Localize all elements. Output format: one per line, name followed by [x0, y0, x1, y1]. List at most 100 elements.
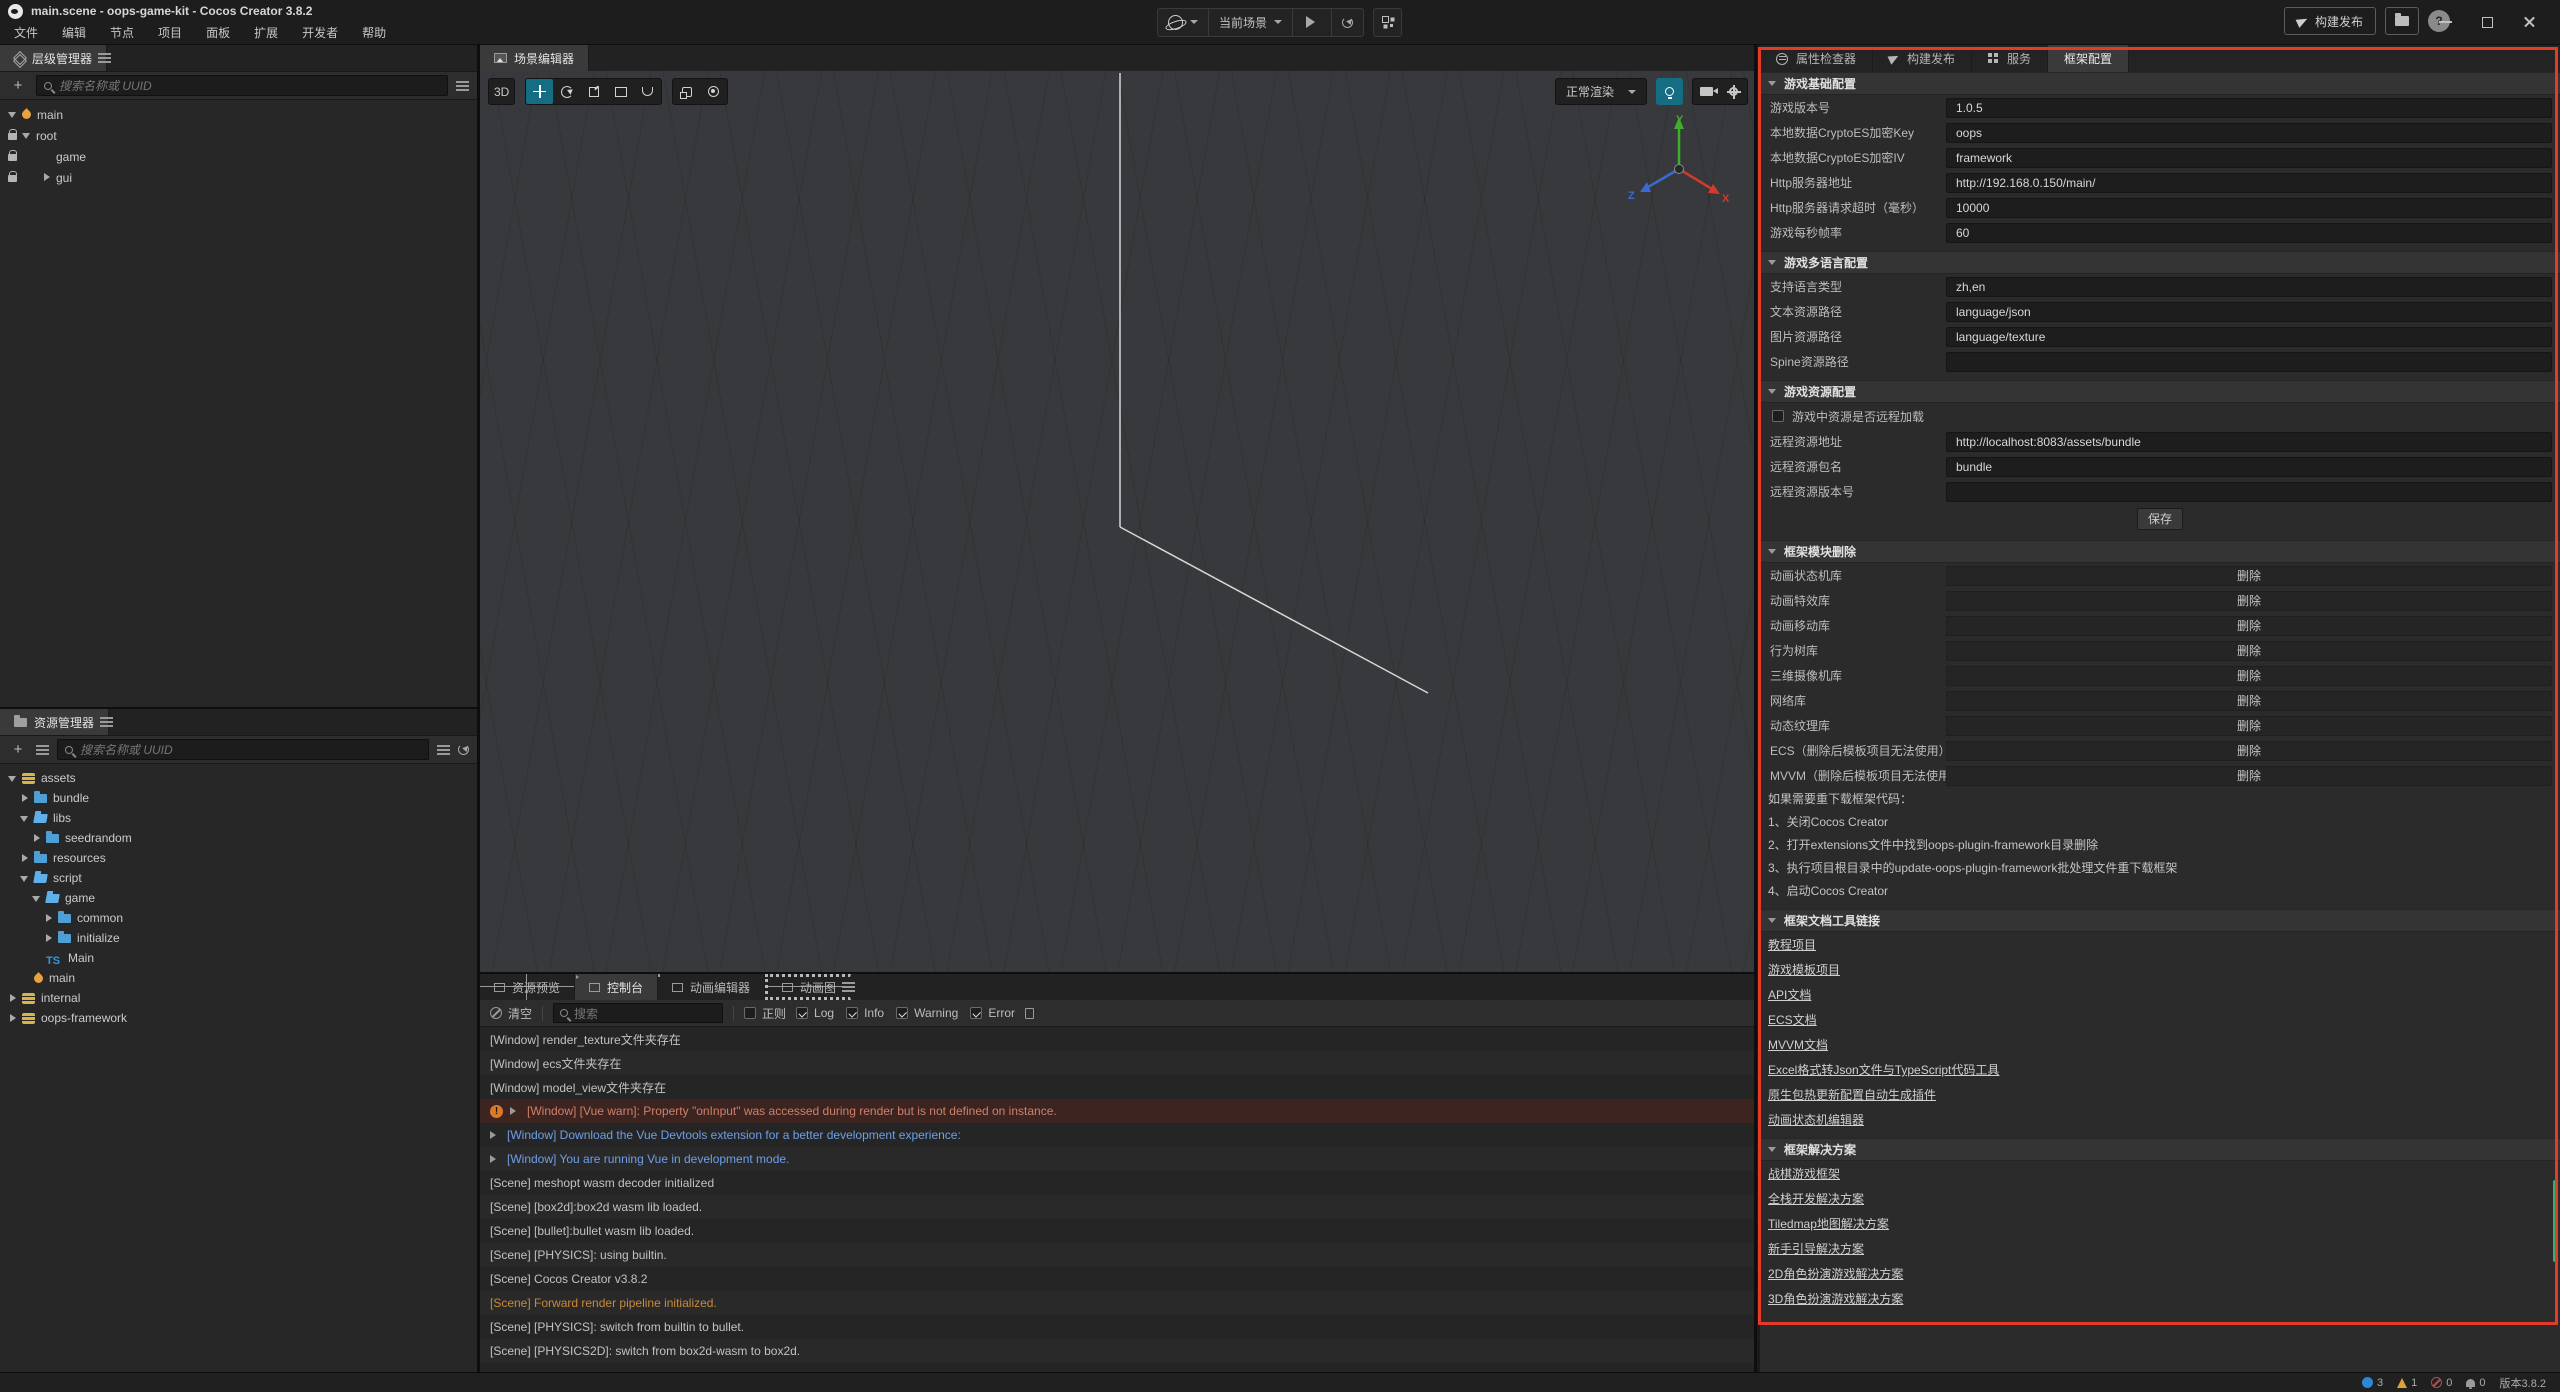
- hierarchy-search-input[interactable]: 搜索名称或 UUID: [36, 75, 448, 96]
- delete-module-button[interactable]: 删除: [1946, 741, 2552, 761]
- log-row[interactable]: ! [Scene] Forward render pipeline initia…: [480, 1291, 1754, 1315]
- play-button[interactable]: [1293, 9, 1332, 36]
- expand-arrow-icon[interactable]: [490, 1131, 500, 1139]
- expand-arrow-icon[interactable]: [510, 1107, 520, 1115]
- asset-row[interactable]: game: [0, 888, 477, 908]
- tab-scene-editor[interactable]: 场景编辑器: [480, 45, 589, 71]
- log-row[interactable]: ! [Scene] [bullet]:bullet wasm lib loade…: [480, 1219, 1754, 1243]
- collapse-duplicates-icon[interactable]: [1025, 1008, 1034, 1019]
- doc-link[interactable]: ECS文档: [1768, 1011, 1817, 1028]
- expand-arrow-icon[interactable]: [8, 110, 17, 119]
- expand-arrow-icon[interactable]: [20, 874, 29, 883]
- gizmo-settings-button[interactable]: [700, 79, 727, 104]
- tab-hierarchy[interactable]: 层级管理器: [0, 45, 107, 71]
- log-row[interactable]: ! [Window] model_view文件夹存在: [480, 1075, 1754, 1099]
- solution-link[interactable]: 3D角色扮演游戏解决方案: [1768, 1290, 1903, 1307]
- hierarchy-node-row[interactable]: game: [0, 146, 477, 167]
- section-header[interactable]: 游戏资源配置: [1760, 380, 2560, 403]
- delete-module-button[interactable]: 删除: [1946, 716, 2552, 736]
- asset-row[interactable]: resources: [0, 848, 477, 868]
- dimension-toggle-button[interactable]: 3D: [488, 78, 515, 105]
- expand-arrow-icon[interactable]: [20, 854, 29, 863]
- delete-module-button[interactable]: 删除: [1946, 641, 2552, 661]
- section-header[interactable]: 游戏多语言配置: [1760, 251, 2560, 274]
- scene-select[interactable]: 当前场景: [1209, 9, 1293, 36]
- notification-count-chip[interactable]: 0: [2466, 1377, 2485, 1389]
- expand-arrow-icon[interactable]: [8, 1014, 17, 1023]
- remote-load-checkbox[interactable]: [1772, 410, 1784, 422]
- expand-arrow-icon[interactable]: [42, 173, 51, 182]
- solution-link[interactable]: 新手引导解决方案: [1768, 1240, 1864, 1257]
- expand-arrow-icon[interactable]: [32, 954, 41, 963]
- config-value-input[interactable]: [1946, 352, 2552, 372]
- info-count-chip[interactable]: 3: [2362, 1377, 2383, 1389]
- build-publish-button[interactable]: 构建发布: [2284, 7, 2376, 35]
- config-value-input[interactable]: 1.0.5: [1946, 98, 2552, 118]
- config-value-input[interactable]: language/json: [1946, 302, 2552, 322]
- scene-viewport[interactable]: 3D 正常渲染: [480, 71, 1754, 972]
- log-row[interactable]: ! [Scene] meshopt wasm decoder initializ…: [480, 1171, 1754, 1195]
- asset-row[interactable]: script: [0, 868, 477, 888]
- menu-item[interactable]: 面板: [194, 22, 242, 44]
- assets-filter-icon[interactable]: [437, 745, 450, 755]
- lock-icon[interactable]: [8, 154, 17, 161]
- delete-module-button[interactable]: 删除: [1946, 766, 2552, 786]
- panel-menu-icon[interactable]: [100, 717, 113, 727]
- asset-row[interactable]: internal: [0, 988, 477, 1008]
- asset-row[interactable]: seedrandom: [0, 828, 477, 848]
- error-count-chip[interactable]: 0: [2431, 1377, 2452, 1389]
- config-value-input[interactable]: zh,en: [1946, 277, 2552, 297]
- expand-arrow-icon[interactable]: [20, 974, 29, 983]
- log-row[interactable]: ! [Scene] [box2d]:box2d wasm lib loaded.: [480, 1195, 1754, 1219]
- expand-arrow-icon[interactable]: [490, 1155, 500, 1163]
- log-row[interactable]: ! [Window] [Vue warn]: Property "onInput…: [480, 1099, 1754, 1123]
- console-area-tab[interactable]: 动画编辑器: [658, 974, 765, 1000]
- solution-link[interactable]: 战棋游戏框架: [1768, 1165, 1840, 1182]
- asset-row[interactable]: oops-framework: [0, 1008, 477, 1028]
- expand-arrow-icon[interactable]: [42, 152, 51, 161]
- assets-search-input[interactable]: 搜索名称或 UUID: [57, 739, 429, 760]
- restore-button[interactable]: [2482, 17, 2493, 28]
- log-row[interactable]: ! [Scene] [PHYSICS]: using builtin.: [480, 1243, 1754, 1267]
- inspector-tab[interactable]: 框架配置: [2048, 45, 2129, 72]
- asset-row[interactable]: bundle: [0, 788, 477, 808]
- asset-row[interactable]: main: [0, 968, 477, 988]
- menu-item[interactable]: 帮助: [350, 22, 398, 44]
- doc-link[interactable]: 原生包热更新配置自动生成插件: [1768, 1086, 1936, 1103]
- log-level-toggle[interactable]: Log: [796, 1006, 834, 1020]
- create-asset-button[interactable]: +: [8, 740, 28, 760]
- regex-toggle[interactable]: 正则: [744, 1005, 786, 1022]
- anchor-tool-button[interactable]: [634, 79, 661, 104]
- section-header[interactable]: 框架模块删除: [1760, 540, 2560, 563]
- doc-link[interactable]: API文档: [1768, 986, 1811, 1003]
- log-row[interactable]: ! [Scene] [PHYSICS]: switch from builtin…: [480, 1315, 1754, 1339]
- doc-link[interactable]: 动画状态机编辑器: [1768, 1111, 1864, 1128]
- log-level-checkbox[interactable]: [846, 1007, 858, 1019]
- create-node-button[interactable]: +: [8, 76, 28, 96]
- config-value-input[interactable]: [1946, 482, 2552, 502]
- close-button[interactable]: [2523, 16, 2536, 29]
- rotate-tool-button[interactable]: [553, 79, 580, 104]
- expand-arrow-icon[interactable]: [32, 834, 41, 843]
- expand-arrow-icon[interactable]: [32, 894, 41, 903]
- delete-module-button[interactable]: 删除: [1946, 691, 2552, 711]
- config-value-input[interactable]: oops: [1946, 123, 2552, 143]
- delete-module-button[interactable]: 删除: [1946, 616, 2552, 636]
- menu-item[interactable]: 编辑: [50, 22, 98, 44]
- asset-row[interactable]: initialize: [0, 928, 477, 948]
- menu-item[interactable]: 项目: [146, 22, 194, 44]
- lock-icon[interactable]: [8, 133, 17, 140]
- log-row[interactable]: ! [Scene] [PHYSICS2D]: switch from box2d…: [480, 1339, 1754, 1363]
- asset-row[interactable]: Main: [0, 948, 477, 968]
- console-area-tab[interactable]: 动画图: [765, 974, 851, 1000]
- section-header[interactable]: 框架文档工具链接: [1760, 909, 2560, 932]
- log-level-checkbox[interactable]: [896, 1007, 908, 1019]
- view-settings-button[interactable]: [1720, 79, 1747, 104]
- log-level-toggle[interactable]: Error: [970, 1006, 1015, 1020]
- warning-count-chip[interactable]: 1: [2397, 1377, 2417, 1389]
- panel-menu-icon[interactable]: [98, 53, 111, 63]
- render-mode-select[interactable]: 正常渲染: [1555, 78, 1647, 105]
- minimize-button[interactable]: [2439, 21, 2452, 23]
- axis-gizmo[interactable]: Y X Z: [1624, 109, 1734, 219]
- rect-tool-button[interactable]: [607, 79, 634, 104]
